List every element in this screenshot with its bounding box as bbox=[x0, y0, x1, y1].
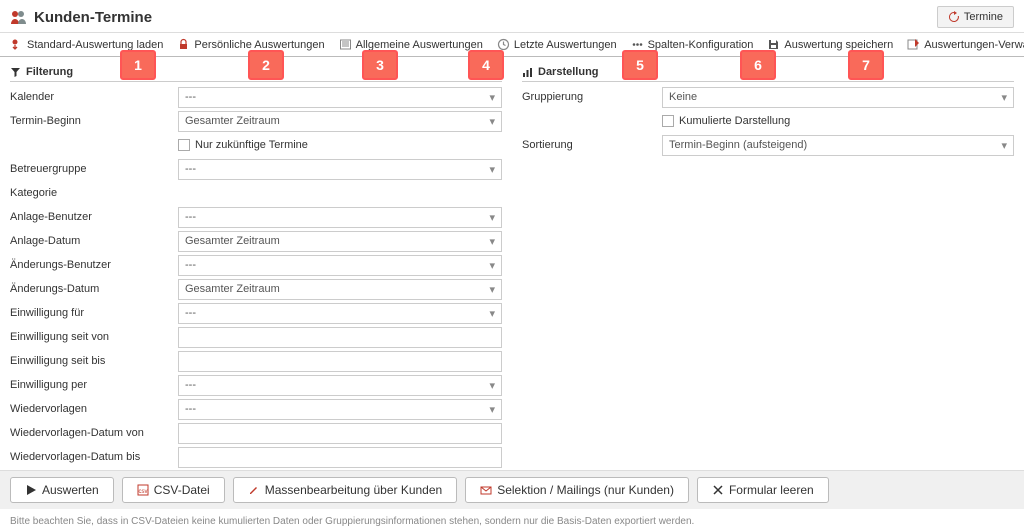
manage-icon bbox=[907, 38, 920, 51]
chevron-down-icon: ▾ bbox=[489, 115, 495, 128]
select-einwilligung-per[interactable]: ---▾ bbox=[178, 375, 502, 396]
chevron-down-icon: ▾ bbox=[489, 91, 495, 104]
callout-1: 1 bbox=[120, 50, 156, 80]
label-einwilligung-per: Einwilligung per bbox=[10, 379, 178, 391]
select-aenderungs-benutzer[interactable]: ---▾ bbox=[178, 255, 502, 276]
select-termin-beginn[interactable]: Gesamter Zeitraum▾ bbox=[178, 111, 502, 132]
callout-3: 3 bbox=[362, 50, 398, 80]
btn-auswerten[interactable]: Auswerten bbox=[10, 477, 114, 503]
chevron-down-icon: ▾ bbox=[489, 283, 495, 296]
input-einwilligung-seit-von[interactable] bbox=[178, 327, 502, 348]
chevron-down-icon: ▾ bbox=[1001, 139, 1007, 152]
btn-massen[interactable]: Massenbearbeitung über Kunden bbox=[233, 477, 457, 503]
chevron-down-icon: ▾ bbox=[489, 211, 495, 224]
label-einwilligung-seit-bis: Einwilligung seit bis bbox=[10, 355, 178, 367]
select-sortierung[interactable]: Termin-Beginn (aufsteigend)▾ bbox=[662, 135, 1014, 156]
footer-note: Bitte beachten Sie, dass in CSV-Dateien … bbox=[0, 516, 1024, 527]
input-wiedervorlagen-bis[interactable] bbox=[178, 447, 502, 468]
chevron-down-icon: ▾ bbox=[489, 235, 495, 248]
select-einwilligung-fuer[interactable]: ---▾ bbox=[178, 303, 502, 324]
chevron-down-icon: ▾ bbox=[489, 403, 495, 416]
label-einwilligung-fuer: Einwilligung für bbox=[10, 307, 178, 319]
select-wiedervorlagen[interactable]: ---▾ bbox=[178, 399, 502, 420]
callout-5: 5 bbox=[622, 50, 658, 80]
checkbox-future-termine[interactable] bbox=[178, 139, 190, 151]
label-kumuliert: Kumulierte Darstellung bbox=[679, 115, 790, 127]
chevron-down-icon: ▾ bbox=[489, 379, 495, 392]
callout-2: 2 bbox=[248, 50, 284, 80]
label-wiedervorlagen-bis: Wiedervorlagen-Datum bis bbox=[10, 451, 178, 463]
label-wiedervorlagen: Wiedervorlagen bbox=[10, 403, 178, 415]
filter-icon bbox=[10, 67, 21, 78]
label-gruppierung: Gruppierung bbox=[522, 91, 662, 103]
load-icon bbox=[10, 38, 23, 51]
label-anlage-benutzer: Anlage-Benutzer bbox=[10, 211, 178, 223]
label-kalender: Kalender bbox=[10, 91, 178, 103]
label-sortierung: Sortierung bbox=[522, 139, 662, 151]
label-aenderungs-benutzer: Änderungs-Benutzer bbox=[10, 259, 178, 271]
label-wiedervorlagen-von: Wiedervorlagen-Datum von bbox=[10, 427, 178, 439]
select-betreuergruppe[interactable]: ---▾ bbox=[178, 159, 502, 180]
clear-icon bbox=[712, 484, 724, 496]
btn-leeren[interactable]: Formular leeren bbox=[697, 477, 829, 503]
chevron-down-icon: ▾ bbox=[489, 307, 495, 320]
select-gruppierung[interactable]: Keine▾ bbox=[662, 87, 1014, 108]
play-icon bbox=[25, 484, 37, 496]
lock-icon bbox=[177, 38, 190, 51]
select-aenderungs-datum[interactable]: Gesamter Zeitraum▾ bbox=[178, 279, 502, 300]
btn-selektion[interactable]: Selektion / Mailings (nur Kunden) bbox=[465, 477, 689, 503]
input-wiedervorlagen-von[interactable] bbox=[178, 423, 502, 444]
label-einwilligung-seit-von: Einwilligung seit von bbox=[10, 331, 178, 343]
select-anlage-datum[interactable]: Gesamter Zeitraum▾ bbox=[178, 231, 502, 252]
refresh-icon bbox=[948, 11, 960, 23]
label-betreuergruppe: Betreuergruppe bbox=[10, 163, 178, 175]
edit-icon bbox=[248, 484, 260, 496]
list-icon bbox=[339, 38, 352, 51]
chevron-down-icon: ▾ bbox=[1001, 91, 1007, 104]
mail-icon bbox=[480, 484, 492, 496]
select-kalender[interactable]: ---▾ bbox=[178, 87, 502, 108]
checkbox-kumuliert[interactable] bbox=[662, 115, 674, 127]
label-aenderungs-datum: Änderungs-Datum bbox=[10, 283, 178, 295]
callout-7: 7 bbox=[848, 50, 884, 80]
tb-general-auswertungen[interactable]: Allgemeine Auswertungen bbox=[339, 38, 483, 51]
svg-text:csv: csv bbox=[138, 489, 147, 495]
chevron-down-icon: ▾ bbox=[489, 163, 495, 176]
tb-last-auswertungen[interactable]: Letzte Auswertungen bbox=[497, 38, 617, 51]
select-anlage-benutzer[interactable]: ---▾ bbox=[178, 207, 502, 228]
chevron-down-icon: ▾ bbox=[489, 259, 495, 272]
people-icon bbox=[10, 9, 28, 25]
callout-4: 4 bbox=[468, 50, 504, 80]
label-kategorie: Kategorie bbox=[10, 187, 178, 199]
label-termin-beginn: Termin-Beginn bbox=[10, 115, 178, 127]
termine-button[interactable]: Termine bbox=[937, 6, 1014, 28]
csv-icon: csv bbox=[137, 484, 149, 496]
callout-6: 6 bbox=[740, 50, 776, 80]
page-title: Kunden-Termine bbox=[34, 9, 152, 26]
bars-icon bbox=[522, 67, 533, 78]
tb-manage-auswertungen[interactable]: Auswertungen-Verwaltung bbox=[907, 38, 1024, 51]
label-anlage-datum: Anlage-Datum bbox=[10, 235, 178, 247]
input-einwilligung-seit-bis[interactable] bbox=[178, 351, 502, 372]
btn-csv[interactable]: csv CSV-Datei bbox=[122, 477, 225, 503]
label-future-termine: Nur zukünftige Termine bbox=[195, 139, 308, 151]
